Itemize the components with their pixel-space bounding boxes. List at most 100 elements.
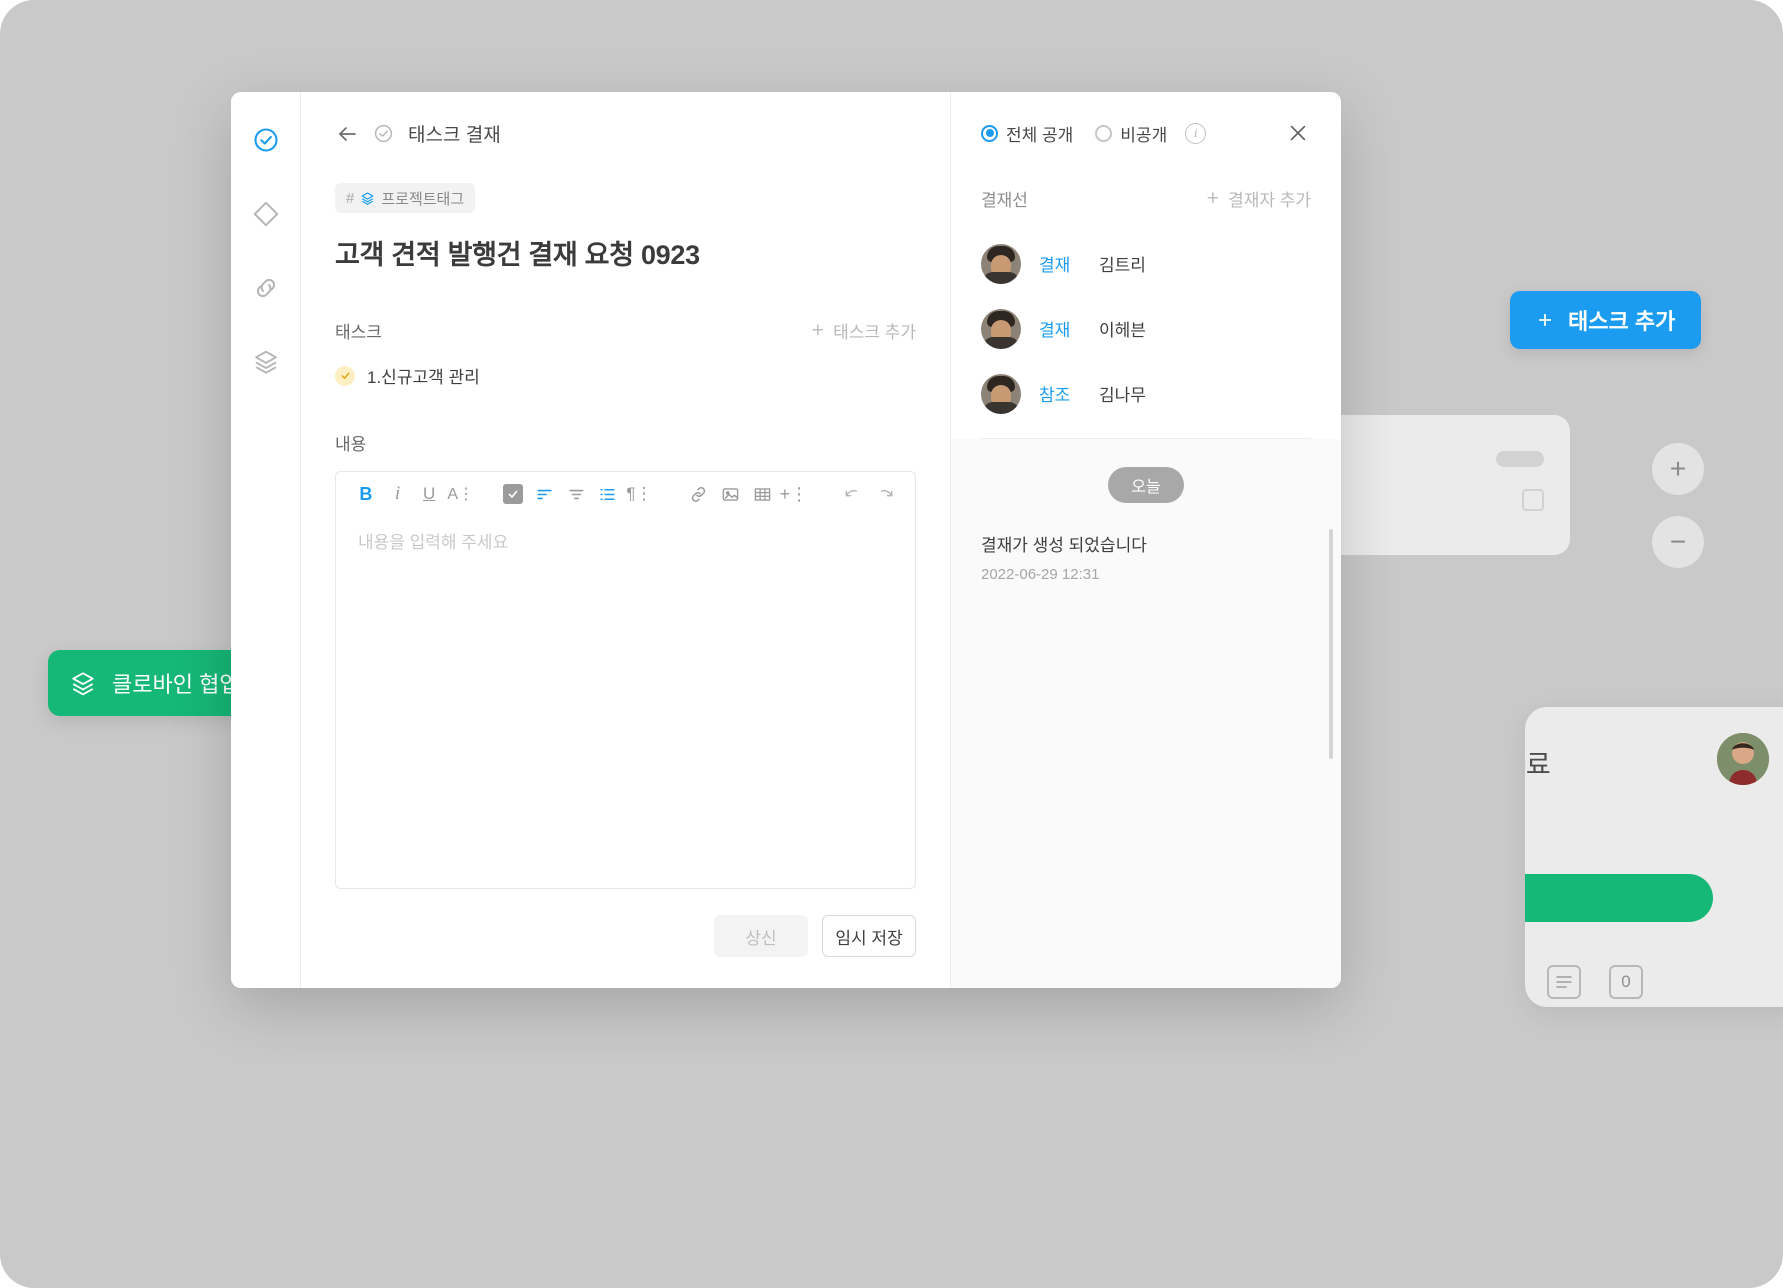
submit-button[interactable]: 상신 xyxy=(714,915,808,957)
layers-icon xyxy=(252,348,280,376)
align-left-icon[interactable] xyxy=(529,477,561,511)
scrollbar[interactable] xyxy=(1329,529,1333,759)
content-input[interactable]: 내용을 입력해 주세요 xyxy=(336,516,915,888)
list-item[interactable]: 참조 김나무 xyxy=(981,361,1311,426)
image-icon[interactable] xyxy=(715,477,747,511)
approval-side-panel: 전체 공개 비공개 i 결재선 + 결재자 추가 결재 김트리 결재 이헤븐 참… xyxy=(951,92,1341,988)
radio-public-indicator xyxy=(981,124,998,142)
content-section-label: 내용 xyxy=(335,435,367,454)
background-card-icons: 0 xyxy=(1525,965,1643,999)
approval-line-header: 결재선 + 결재자 추가 xyxy=(981,186,1311,211)
app-canvas: 클로바인 협업 제품 태스크 추가 + − 자료 xyxy=(0,0,1783,1288)
visibility-controls: 전체 공개 비공개 i xyxy=(981,116,1311,150)
checklist-icon[interactable] xyxy=(497,477,529,511)
card-square-icon xyxy=(1522,489,1544,511)
modal-main-column: 태스크 결재 # 프로젝트태그 고객 견적 발행건 결재 요청 0923 태스크 xyxy=(301,92,951,988)
zoom-out-label: − xyxy=(1669,526,1687,557)
list-icon xyxy=(1547,965,1581,999)
check-circle-icon xyxy=(373,123,394,144)
member-name: 김나무 xyxy=(1099,386,1146,405)
rail-item-link[interactable] xyxy=(248,270,284,306)
icon-rail xyxy=(231,92,301,988)
feed-entry: 결재가 생성 되었습니다 2022-06-29 12:31 xyxy=(981,531,1311,583)
add-task-link[interactable]: + 태스크 추가 xyxy=(812,318,916,343)
font-size-icon[interactable]: A⋮ xyxy=(445,477,477,511)
ordered-list-icon[interactable] xyxy=(592,477,624,511)
link-icon xyxy=(252,274,280,302)
list-item[interactable]: 1.신규고객 관리 xyxy=(335,363,916,388)
radio-private-label: 비공개 xyxy=(1120,125,1168,145)
list-item[interactable]: 결재 이헤븐 xyxy=(981,296,1311,361)
counter-badge: 0 xyxy=(1609,965,1643,999)
close-icon[interactable] xyxy=(1285,120,1311,146)
rail-item-check-circle[interactable] xyxy=(248,122,284,158)
project-tag[interactable]: # 프로젝트태그 xyxy=(335,183,476,213)
page-title: 고객 견적 발행건 결재 요청 0923 xyxy=(335,240,700,270)
check-icon[interactable] xyxy=(335,365,355,386)
background-detail-card: 자료 0 xyxy=(1525,707,1783,1007)
member-name: 김트리 xyxy=(1099,256,1146,275)
info-icon[interactable]: i xyxy=(1185,122,1207,144)
card-pill xyxy=(1496,451,1544,467)
redo-icon[interactable] xyxy=(869,477,901,511)
radio-private-indicator xyxy=(1095,124,1113,142)
side-panel-top: 전체 공개 비공개 i 결재선 + 결재자 추가 결재 김트리 결재 이헤븐 참… xyxy=(951,92,1341,439)
zoom-in-label: + xyxy=(1669,453,1687,484)
hash-icon: # xyxy=(346,189,355,207)
plus-icon: + xyxy=(1206,187,1220,210)
zoom-in-button[interactable]: + xyxy=(1652,443,1704,495)
background-card-title: 자료 xyxy=(1525,750,1551,780)
layers-icon xyxy=(360,191,375,206)
paragraph-icon[interactable]: ¶⋮ xyxy=(624,477,656,511)
avatar xyxy=(1717,733,1769,785)
task-item-label: 1.신규고객 관리 xyxy=(367,368,480,387)
modal-actions: 상신 임시 저장 xyxy=(335,889,916,987)
breadcrumb: 태스크 결재 xyxy=(335,120,916,147)
avatar xyxy=(981,373,1021,414)
add-task-button[interactable]: 태스크 추가 xyxy=(1510,291,1702,349)
align-center-icon[interactable] xyxy=(560,477,592,511)
background-card xyxy=(1310,415,1570,555)
add-task-link-label: 태스크 추가 xyxy=(833,323,916,342)
rail-item-layers[interactable] xyxy=(248,344,284,380)
diamond-icon xyxy=(252,200,280,228)
task-approval-modal: 태스크 결재 # 프로젝트태그 고객 견적 발행건 결재 요청 0923 태스크 xyxy=(231,92,1341,988)
zoom-out-button[interactable]: − xyxy=(1652,516,1704,568)
plus-icon: + xyxy=(811,319,825,342)
underline-icon[interactable]: U xyxy=(413,477,445,511)
activity-feed: 오늘 결재가 생성 되었습니다 2022-06-29 12:31 xyxy=(951,439,1341,988)
radio-public[interactable]: 전체 공개 xyxy=(981,121,1073,146)
member-role: 결재 xyxy=(1039,321,1071,340)
add-approver-button[interactable]: + 결재자 추가 xyxy=(1207,186,1311,211)
layers-icon xyxy=(70,670,96,696)
breadcrumb-label: 태스크 결재 xyxy=(408,125,501,146)
arrow-left-icon[interactable] xyxy=(335,122,359,146)
radio-public-label: 전체 공개 xyxy=(1006,125,1074,145)
rail-item-diamond[interactable] xyxy=(248,196,284,232)
add-task-label: 태스크 추가 xyxy=(1568,309,1676,334)
date-chip: 오늘 xyxy=(1108,467,1184,503)
task-section-label: 태스크 xyxy=(335,323,382,342)
task-section-header: 태스크 + 태스크 추가 xyxy=(335,318,916,343)
background-progress-bar xyxy=(1525,874,1713,922)
radio-private[interactable]: 비공개 xyxy=(1095,121,1167,146)
insert-icon[interactable]: +⋮ xyxy=(778,477,810,511)
italic-icon[interactable]: i xyxy=(382,477,414,511)
member-role: 결재 xyxy=(1039,256,1071,275)
check-circle-icon xyxy=(252,126,280,154)
approval-member-list: 결재 김트리 결재 이헤븐 참조 김나무 xyxy=(981,231,1311,426)
avatar xyxy=(981,308,1021,349)
table-icon[interactable] xyxy=(746,477,778,511)
plus-icon xyxy=(1536,311,1554,329)
save-draft-button[interactable]: 임시 저장 xyxy=(822,915,916,957)
project-tag-label: 프로젝트태그 xyxy=(381,190,465,208)
link-icon[interactable] xyxy=(683,477,715,511)
undo-icon[interactable] xyxy=(838,477,870,511)
content-editor: B i U A⋮ ¶⋮ +⋮ 내용을 입력해 주세요 xyxy=(335,471,916,889)
bold-icon[interactable]: B xyxy=(350,477,382,511)
approval-line-label: 결재선 xyxy=(981,191,1028,210)
list-item[interactable]: 결재 김트리 xyxy=(981,231,1311,296)
member-name: 이헤븐 xyxy=(1099,321,1146,340)
feed-entry-time: 2022-06-29 12:31 xyxy=(981,566,1100,583)
feed-entry-text: 결재가 생성 되었습니다 xyxy=(981,536,1147,555)
